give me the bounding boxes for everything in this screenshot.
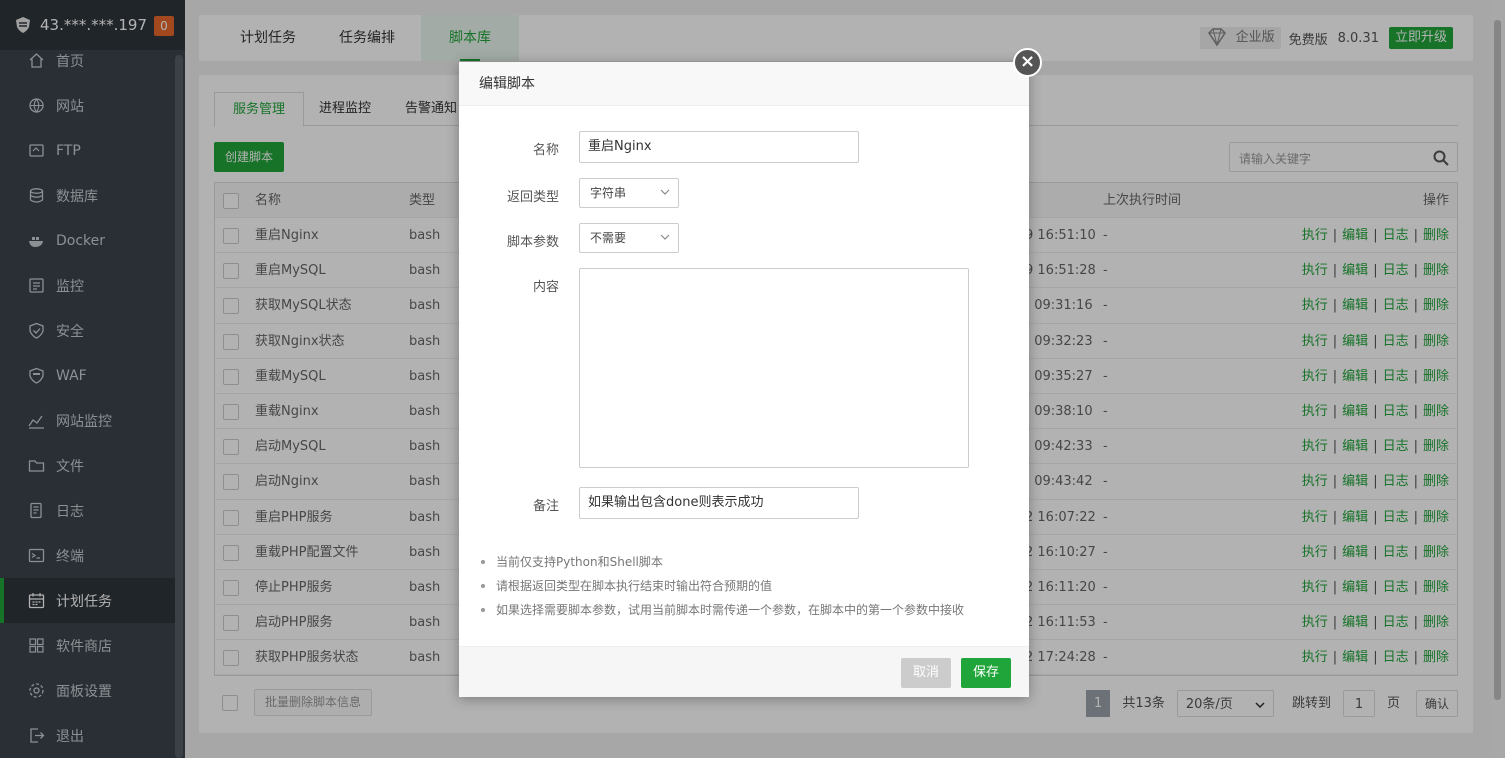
return-type-value: 字符串 bbox=[590, 186, 627, 200]
param-label: 脚本参数 bbox=[506, 235, 559, 250]
dialog-title: 编辑脚本 bbox=[459, 62, 1029, 106]
name-input[interactable]: 重启Nginx bbox=[579, 131, 859, 163]
chevron-down-icon bbox=[660, 234, 670, 240]
content-textarea[interactable] bbox=[579, 268, 969, 468]
param-select[interactable]: 不需要 bbox=[579, 223, 679, 253]
edit-script-dialog: 编辑脚本 × 名称 重启Nginx 返回类型 字符串 脚本参数 不需要 内容 备… bbox=[459, 48, 1042, 697]
tip-item: 当前仅支持Python和Shell脚本 bbox=[481, 550, 964, 574]
save-button[interactable]: 保存 bbox=[961, 658, 1012, 688]
remark-label: 备注 bbox=[532, 499, 559, 514]
return-type-select[interactable]: 字符串 bbox=[579, 178, 679, 208]
return-type-label: 返回类型 bbox=[506, 190, 559, 205]
tip-item: 请根据返回类型在脚本执行结束时输出符合预期的值 bbox=[481, 574, 964, 598]
cancel-button[interactable]: 取消 bbox=[901, 658, 952, 688]
name-label: 名称 bbox=[532, 143, 559, 158]
content-label: 内容 bbox=[532, 280, 559, 295]
tip-item: 如果选择需要脚本参数，试用当前脚本时需传递一个参数，在脚本中的第一个参数中接收 bbox=[481, 598, 964, 622]
chevron-down-icon bbox=[660, 189, 670, 195]
tips-list: 当前仅支持Python和Shell脚本 请根据返回类型在脚本执行结束时输出符合预… bbox=[481, 550, 964, 622]
param-value: 不需要 bbox=[590, 231, 627, 245]
dialog-footer: 取消 保存 bbox=[459, 646, 1029, 697]
close-icon[interactable]: × bbox=[1013, 48, 1042, 77]
remark-input[interactable]: 如果输出包含done则表示成功 bbox=[579, 487, 859, 519]
